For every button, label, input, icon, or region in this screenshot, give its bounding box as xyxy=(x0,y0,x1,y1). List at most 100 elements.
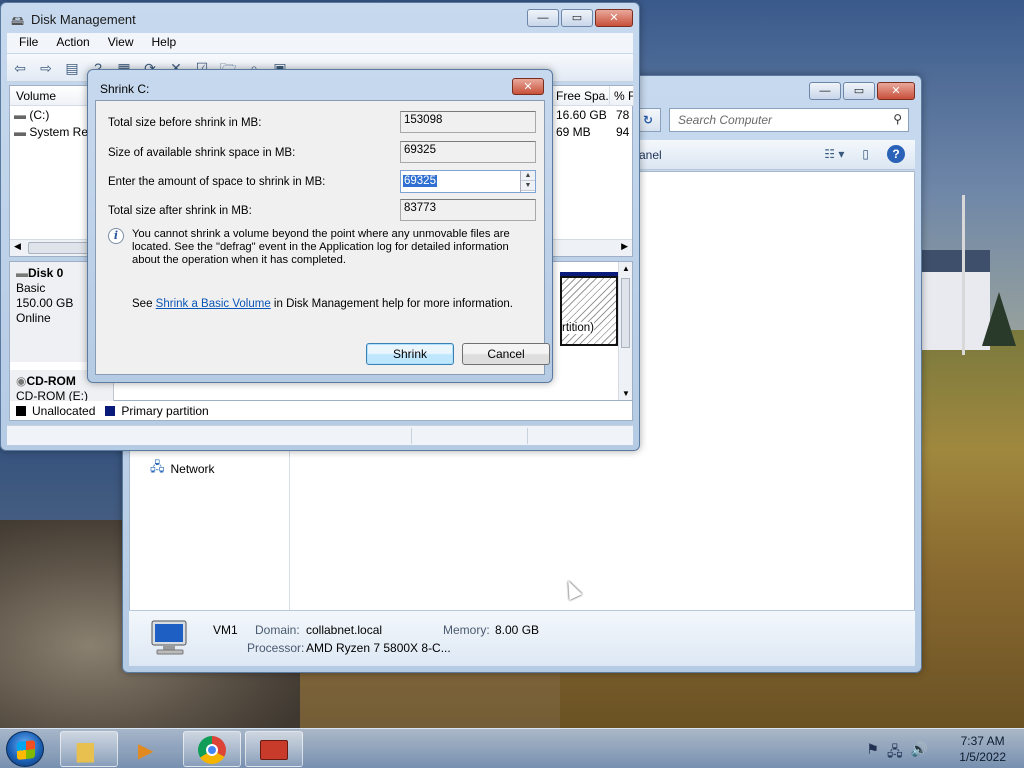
shrink-dialog[interactable]: Shrink C: ✕ Total size before shrink in … xyxy=(87,69,553,383)
partition-label: rtition) xyxy=(562,322,594,334)
legend: Unallocated Primary partition xyxy=(9,401,633,421)
toolbox-icon xyxy=(260,740,288,760)
scroll-right-icon[interactable]: ▶ xyxy=(621,241,628,252)
help-icon[interactable]: ? xyxy=(887,145,905,163)
legend-unallocated: Unallocated xyxy=(32,403,96,418)
explorer-minimize-button[interactable]: — xyxy=(809,82,841,100)
change-view-icon[interactable]: ☷ ▾ xyxy=(824,147,844,161)
taskbar-chrome-button[interactable] xyxy=(183,731,241,767)
menu-help[interactable]: Help xyxy=(152,35,177,53)
shrink-button[interactable]: Shrink xyxy=(366,343,454,365)
search-icon[interactable]: ⚲ xyxy=(893,112,902,126)
dialog-title-buttons: ✕ xyxy=(512,78,544,95)
help-line: See Shrink a Basic Volume in Disk Manage… xyxy=(132,298,513,310)
menu-file[interactable]: File xyxy=(19,35,38,53)
cdrom-name: CD-ROM xyxy=(26,374,76,388)
shrink-basic-volume-link[interactable]: Shrink a Basic Volume xyxy=(156,298,271,310)
folder-icon: ▆ xyxy=(77,737,94,762)
taskbar-computer-management-button[interactable] xyxy=(245,731,303,767)
close-button[interactable]: ✕ xyxy=(595,9,633,27)
disk-management-app-icon: 🖴 xyxy=(11,13,25,28)
scroll-up-icon[interactable]: ▲ xyxy=(622,264,630,273)
cdrom-icon: ◉ xyxy=(16,374,27,388)
explorer-maximize-button[interactable]: ▭ xyxy=(843,82,875,100)
available-shrink-label: Size of available shrink space in MB: xyxy=(108,147,296,159)
spin-down-icon[interactable]: ▼ xyxy=(521,181,535,191)
window-title: Disk Management xyxy=(31,12,136,27)
network-icon: 🖧 xyxy=(150,459,165,474)
system-tray: ⚑ 🖧 🔊 xyxy=(866,741,928,765)
network-tray-icon[interactable]: 🖧 xyxy=(887,741,903,765)
computer-name: VM1 xyxy=(213,623,238,637)
partition-block[interactable] xyxy=(560,276,618,346)
spin-up-icon[interactable]: ▲ xyxy=(521,171,535,181)
action-center-icon[interactable]: ⚑ xyxy=(866,741,879,765)
shrink-amount-input[interactable]: 69325 ▲ ▼ xyxy=(400,170,536,193)
cancel-button[interactable]: Cancel xyxy=(462,343,550,365)
volume-name: (C:) xyxy=(29,108,50,122)
info-text: You cannot shrink a volume beyond the po… xyxy=(132,228,510,266)
column-header-percent-free[interactable]: % F xyxy=(610,86,634,106)
percent-free-value: 94 xyxy=(616,125,630,139)
minimize-button[interactable]: — xyxy=(527,9,559,27)
processor-value: AMD Ryzen 7 5800X 8-C... xyxy=(306,641,451,655)
preview-pane-icon[interactable]: ▯ xyxy=(862,147,869,161)
desktop-house xyxy=(920,250,990,350)
back-arrow-icon[interactable]: ⇦ xyxy=(11,59,29,77)
status-bar xyxy=(7,425,633,445)
dialog-title: Shrink C: xyxy=(100,82,150,96)
shrink-amount-stepper[interactable]: ▲ ▼ xyxy=(520,171,535,192)
forward-arrow-icon[interactable]: ⇨ xyxy=(37,59,55,77)
clock[interactable]: 7:37 AM 1/5/2022 xyxy=(959,733,1006,765)
maximize-button[interactable]: ▭ xyxy=(561,9,593,27)
scroll-thumb[interactable] xyxy=(621,278,630,348)
clock-time: 7:37 AM xyxy=(960,734,1005,748)
taskbar: ▆ ▶ ⚑ 🖧 🔊 7:37 AM 1/5/2022 xyxy=(0,728,1024,768)
chrome-center-icon xyxy=(206,744,218,756)
drive-icon: ▬ xyxy=(14,108,26,122)
dialog-body: Total size before shrink in MB: 153098 S… xyxy=(95,100,550,375)
primary-partition-swatch xyxy=(105,405,116,416)
explorer-close-button[interactable]: ✕ xyxy=(877,82,915,100)
domain-label: Domain: xyxy=(255,623,300,637)
processor-label: Processor: xyxy=(247,641,305,655)
computer-icon xyxy=(151,620,187,655)
free-space-value: 16.60 GB xyxy=(556,108,607,122)
dialog-close-button[interactable]: ✕ xyxy=(512,78,544,95)
scroll-down-icon[interactable]: ▼ xyxy=(622,389,630,398)
menu-view[interactable]: View xyxy=(108,35,134,53)
domain-value: collabnet.local xyxy=(306,623,383,637)
disk-icon: ▬ xyxy=(16,266,28,280)
control-panel-command[interactable]: anel xyxy=(639,148,662,162)
memory-value: 8.00 GB xyxy=(495,623,540,637)
desktop-flagpole xyxy=(962,195,965,355)
windows-logo-icon xyxy=(17,740,35,760)
scroll-left-icon[interactable]: ◀ xyxy=(14,241,21,252)
details-pane: VM1 Domain: collabnet.local Memory: 8.00… xyxy=(129,610,915,666)
volume-icon[interactable]: 🔊 xyxy=(911,741,928,765)
title-buttons: — ▭ ✕ xyxy=(527,9,633,27)
shrink-amount-value: 69325 xyxy=(403,175,437,187)
table-row[interactable]: ▬ (C:) xyxy=(14,108,49,122)
taskbar-explorer-button[interactable]: ▆ xyxy=(60,731,118,767)
help-suffix: in Disk Management help for more informa… xyxy=(270,298,513,310)
disk-name: Disk 0 xyxy=(28,266,64,280)
menu-action[interactable]: Action xyxy=(56,35,89,53)
vertical-scrollbar[interactable]: ▲ ▼ xyxy=(618,262,632,400)
help-prefix: See xyxy=(132,298,156,310)
available-shrink-value: 69325 xyxy=(400,141,536,163)
column-header-free-space[interactable]: Free Spa... xyxy=(550,86,610,106)
taskbar-media-player-button[interactable]: ▶ xyxy=(121,731,179,767)
status-separator xyxy=(527,428,528,444)
status-separator xyxy=(411,428,412,444)
console-tree-icon[interactable]: ▤ xyxy=(63,59,81,77)
start-button[interactable] xyxy=(6,731,44,767)
menu-bar: File Action View Help xyxy=(7,33,633,53)
total-before-label: Total size before shrink in MB: xyxy=(108,117,262,129)
search-input[interactable]: Search Computer ⚲ xyxy=(669,108,909,132)
free-space-value: 69 MB xyxy=(556,125,591,139)
table-row[interactable]: ▬ System Res xyxy=(14,125,94,139)
explorer-title-buttons: — ▭ ✕ xyxy=(809,82,915,100)
nav-item-network[interactable]: 🖧 Network xyxy=(150,458,215,480)
drive-icon: ▬ xyxy=(14,125,26,139)
